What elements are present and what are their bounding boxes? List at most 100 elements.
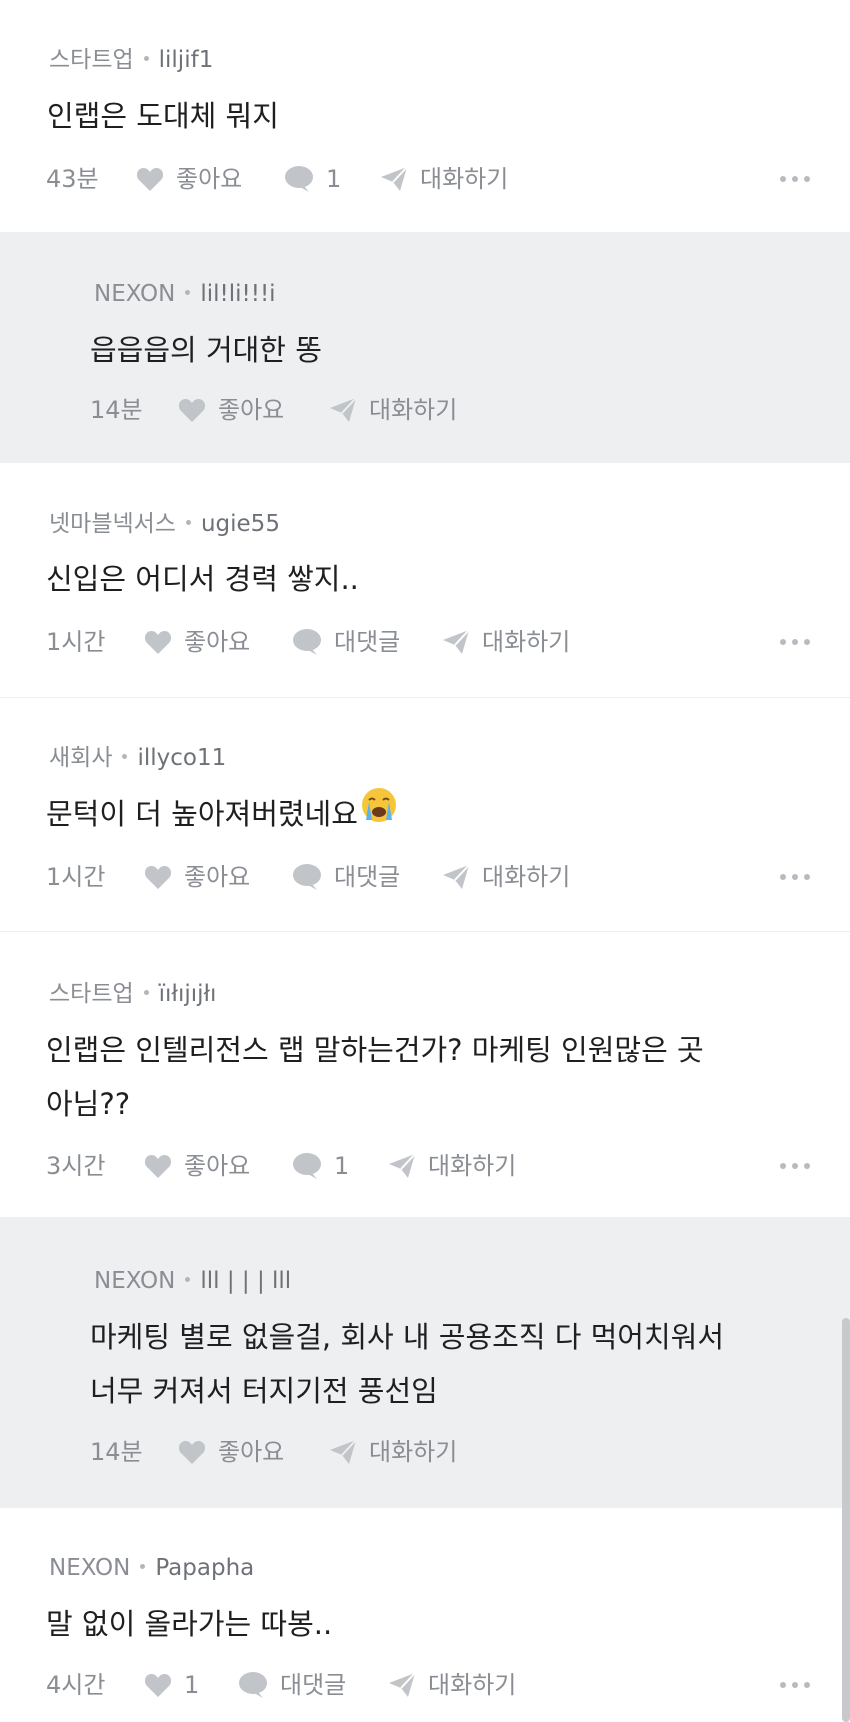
speech-bubble-icon [293,1153,321,1179]
timestamp: 14분 [90,1438,143,1466]
comment-text-line: 너무 커져서 터지기전 풍선임 [90,1374,438,1408]
chat-label: 대화하기 [482,628,571,656]
chat-button[interactable]: 대화하기 [380,162,508,196]
chat-button[interactable]: 대화하기 [442,860,570,894]
more-options-icon[interactable] [774,1149,810,1183]
comment-actions: 3시간 좋아요 1 대화하기 [46,1149,810,1183]
speech-bubble-icon [293,864,321,890]
company-name: 스타트업 [49,47,134,73]
reply-count-button[interactable]: 1 [292,1149,349,1183]
timestamp: 14분 [90,396,143,424]
more-options-icon[interactable] [774,162,810,196]
chat-button[interactable]: 대화하기 [388,1149,516,1183]
timestamp: 3시간 [46,1152,106,1180]
like-label: 좋아요 [184,1152,251,1180]
reply-label: 대댓글 [334,628,401,656]
reply-button[interactable]: 대댓글 [238,1668,346,1702]
timestamp: 43분 [46,165,99,193]
comment-item: 넷마블넥서스 ugie55 신입은 어디서 경력 쌓지.. 1시간 좋아요 대댓글… [0,463,850,698]
more-options-icon[interactable] [774,625,810,659]
heart-icon [136,168,164,191]
crying-face-emoji-icon [360,786,398,841]
comment-meta: NEXON lil!li!!!i [94,278,276,310]
comment-text: 인랩은 인텔리전스 랩 말하는건가? 마케팅 인원많은 곳 아님?? [46,1023,704,1131]
username[interactable]: ïıłıjıjłı [159,981,217,1007]
heart-icon [144,1155,172,1178]
comment-text: 읍읍읍의 거대한 똥 [90,333,322,367]
chat-label: 대화하기 [428,1671,517,1699]
comment-actions: 14분 좋아요 대화하기 [90,393,490,427]
comment-actions: 1시간 좋아요 대댓글 대화하기 [46,860,810,894]
company-name: NEXON [49,1555,131,1581]
speech-bubble-icon [285,166,313,192]
like-button[interactable]: 좋아요 [144,860,250,894]
like-label: 좋아요 [184,863,251,891]
paper-plane-icon [330,397,357,422]
comment-meta: 넷마블넥서스 ugie55 [49,508,280,540]
reply-count: 1 [326,165,342,193]
chat-button[interactable]: 대화하기 [388,1668,516,1702]
separator-dot [143,990,149,995]
scrollbar[interactable] [842,1318,850,1722]
username[interactable]: Papapha [155,1555,254,1581]
comment-item: 새회사 illyco11 문턱이 더 높아져버렸네요 1시간 좋아요 대댓글 대화… [0,698,850,932]
company-name: 스타트업 [49,981,134,1007]
timestamp: 4시간 [46,1671,106,1699]
paper-plane-icon [381,166,408,191]
username[interactable]: lll | | | lll [200,1268,291,1294]
chat-label: 대화하기 [428,1152,517,1180]
comment-text-line: 인랩은 인텔리전스 랩 말하는건가? 마케팅 인원많은 곳 [46,1033,704,1067]
chat-button[interactable]: 대화하기 [329,393,457,427]
comment-actions: 4시간 1 대댓글 대화하기 [46,1668,810,1702]
speech-bubble-icon [239,1672,267,1698]
comment-text: 신입은 어디서 경력 쌓지.. [46,562,359,596]
like-button[interactable]: 1 [144,1668,199,1702]
username[interactable]: lil!li!!!i [200,281,275,307]
reply-button[interactable]: 대댓글 [292,625,400,659]
like-button[interactable]: 좋아요 [178,393,284,427]
reply-label: 대댓글 [280,1671,347,1699]
more-options-icon[interactable] [774,1668,810,1702]
comment-text: 인랩은 도대체 뭐지 [47,99,279,133]
chat-button[interactable]: 대화하기 [442,625,570,659]
separator-dot [185,290,191,295]
heart-icon [144,631,172,654]
chat-button[interactable]: 대화하기 [329,1435,457,1469]
chat-label: 대화하기 [420,165,509,193]
paper-plane-icon [330,1439,357,1464]
heart-icon [144,866,172,889]
like-button[interactable]: 좋아요 [144,625,250,659]
like-button[interactable]: 좋아요 [178,1435,284,1469]
reply-count-button[interactable]: 1 [284,162,341,196]
paper-plane-icon [443,629,470,654]
comment-meta: 스타트업 ïıłıjıjłı [49,978,216,1010]
more-options-icon[interactable] [774,860,810,894]
company-name: 새회사 [49,745,113,771]
like-label: 좋아요 [176,165,243,193]
reply-item: NEXON lll | | | lll 마케팅 별로 없을걸, 회사 내 공용조직… [0,1218,850,1508]
like-button[interactable]: 좋아요 [144,1149,250,1183]
comment-item: 스타트업 ïıłıjıjłı 인랩은 인텔리전스 랩 말하는건가? 마케팅 인원많… [0,932,850,1218]
comment-item: NEXON Papapha 말 없이 올라가는 따봉.. 4시간 1 대댓글 대화… [0,1508,850,1722]
like-label: 좋아요 [184,628,251,656]
reply-button[interactable]: 대댓글 [292,860,400,894]
timestamp: 1시간 [46,628,106,656]
like-button[interactable]: 좋아요 [136,162,242,196]
chat-label: 대화하기 [369,1438,458,1466]
separator-dot [122,754,128,759]
comment-text: 마케팅 별로 없을걸, 회사 내 공용조직 다 먹어치워서 너무 커져서 터지기… [90,1310,724,1418]
username[interactable]: ugie55 [201,511,280,537]
comment-text: 말 없이 올라가는 따봉.. [46,1607,333,1641]
comment-text-line: 아님?? [46,1087,131,1121]
like-label: 좋아요 [218,1438,285,1466]
comment-meta: 스타트업 liljif1 [49,44,213,76]
comment-item: 스타트업 liljif1 인랩은 도대체 뭐지 43분 좋아요 1 대화하기 [0,0,850,233]
username[interactable]: liljif1 [159,47,214,73]
comment-text-row: 문턱이 더 높아져버렸네요 [46,787,398,844]
reply-item: NEXON lil!li!!!i 읍읍읍의 거대한 똥 14분 좋아요 대화하기 [0,233,850,463]
separator-dot [143,56,149,61]
like-label: 좋아요 [218,396,285,424]
separator-dot [185,520,191,525]
comment-text: 문턱이 더 높아져버렸네요 [46,797,358,831]
username[interactable]: illyco11 [137,745,226,771]
